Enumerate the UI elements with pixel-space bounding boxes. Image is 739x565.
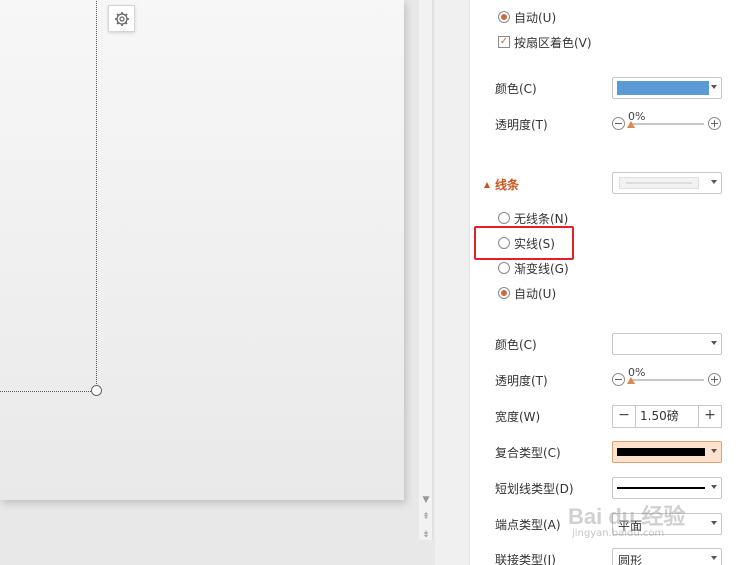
plus-icon[interactable]: + — [708, 117, 721, 130]
checkmark-icon: ✓ — [498, 36, 510, 48]
compound-type-row: 复合类型(C) — [470, 440, 739, 464]
pane-gutter — [435, 0, 469, 565]
format-pane: 自动(U) ✓ 按扇区着色(V) 颜色(C) 透明度(T) − 0% + 线条 — [469, 0, 739, 565]
line-section-title: 线条 — [495, 178, 520, 192]
chevron-down-icon — [711, 449, 717, 453]
gradient-line-label: 渐变线(G) — [514, 261, 569, 276]
slider-track[interactable] — [629, 379, 704, 381]
line-auto-radio[interactable]: 自动(U) — [498, 284, 556, 302]
fill-auto-label: 自动(U) — [514, 10, 557, 25]
dash-type-dropdown[interactable] — [612, 477, 722, 499]
join-type-row: 联接类型(J) 圆形 — [470, 547, 739, 565]
line-transparency-slider[interactable]: − 0% + — [612, 366, 722, 392]
line-width-value[interactable]: 1.50磅 — [635, 405, 699, 427]
line-color-dropdown[interactable] — [612, 333, 722, 355]
chevron-down-icon — [711, 341, 717, 345]
no-line-radio[interactable]: 无线条(N) — [498, 209, 568, 227]
line-transparency-row: 透明度(T) − 0% + — [470, 366, 739, 392]
vary-colors-label: 按扇区着色(V) — [514, 35, 592, 50]
annotation-highlight-box — [474, 226, 574, 260]
page-up-icon[interactable]: ⇞ — [420, 512, 432, 522]
line-transparency-value: 0% — [628, 366, 646, 379]
radio-icon — [498, 212, 510, 224]
chart-settings-button[interactable] — [108, 5, 135, 32]
fill-color-label: 颜色(C) — [495, 81, 537, 96]
slide-canvas-area — [0, 0, 433, 565]
line-auto-label: 自动(U) — [514, 286, 557, 301]
line-width-row: 宽度(W) − 1.50磅 + — [470, 404, 739, 428]
radio-checked-icon — [498, 11, 510, 23]
no-line-label: 无线条(N) — [514, 211, 569, 226]
page-down-icon[interactable]: ⇟ — [420, 530, 432, 540]
fill-transparency-slider[interactable]: − 0% + — [612, 110, 722, 136]
selection-box[interactable] — [0, 0, 97, 392]
chevron-down-icon — [711, 521, 717, 525]
collapse-triangle-icon — [484, 181, 490, 188]
chevron-down-icon — [711, 556, 717, 560]
fill-transparency-row: 透明度(T) − 0% + — [470, 110, 739, 136]
line-section-header[interactable]: 线条 — [484, 176, 519, 193]
vary-colors-checkbox[interactable]: ✓ 按扇区着色(V) — [498, 33, 592, 51]
fill-transparency-value: 0% — [628, 110, 646, 123]
plus-icon[interactable]: + — [708, 373, 721, 386]
increment-button[interactable]: + — [699, 406, 721, 427]
chevron-down-icon — [711, 485, 717, 489]
cap-type-label: 端点类型(A) — [495, 517, 561, 532]
fill-color-swatch — [617, 81, 709, 95]
dash-line-preview-icon — [617, 487, 705, 489]
join-type-value: 圆形 — [618, 554, 643, 565]
line-color-label: 颜色(C) — [495, 337, 537, 352]
resize-handle[interactable] — [91, 385, 102, 396]
fill-auto-radio[interactable]: 自动(U) — [498, 8, 556, 26]
dash-type-label: 短划线类型(D) — [495, 481, 574, 496]
radio-icon — [498, 262, 510, 274]
watermark-url: jingyan.baidu.com — [572, 528, 665, 539]
join-type-label: 联接类型(J) — [495, 552, 556, 565]
compound-type-dropdown[interactable] — [612, 441, 722, 463]
vertical-scrollbar[interactable]: ▼ ⇞ ⇟ — [417, 0, 435, 565]
minus-icon[interactable]: − — [612, 117, 625, 130]
compound-line-preview-icon — [617, 448, 705, 456]
chevron-down-icon — [711, 85, 717, 89]
gradient-line-radio[interactable]: 渐变线(G) — [498, 259, 569, 277]
line-width-label: 宽度(W) — [495, 409, 541, 424]
radio-checked-icon — [498, 287, 510, 299]
fill-color-dropdown[interactable] — [612, 77, 722, 99]
fill-color-row: 颜色(C) — [470, 76, 739, 100]
slide[interactable] — [0, 0, 404, 500]
chevron-down-icon — [711, 180, 717, 184]
slider-track[interactable] — [629, 123, 704, 125]
watermark-logo: Bai du 经验 — [568, 504, 686, 529]
scroll-thumb[interactable] — [419, 0, 433, 540]
compound-type-label: 复合类型(C) — [495, 445, 561, 460]
line-preview-icon — [619, 177, 699, 189]
line-width-stepper[interactable]: − 1.50磅 + — [612, 404, 722, 428]
dash-type-row: 短划线类型(D) — [470, 476, 739, 500]
line-preset-dropdown[interactable] — [612, 172, 722, 194]
scroll-down-icon[interactable]: ▼ — [420, 495, 432, 505]
join-type-dropdown[interactable]: 圆形 — [612, 548, 722, 565]
decrement-button[interactable]: − — [613, 406, 635, 427]
fill-transparency-label: 透明度(T) — [495, 117, 548, 132]
line-color-row: 颜色(C) — [470, 332, 739, 356]
line-transparency-label: 透明度(T) — [495, 373, 548, 388]
gear-icon — [114, 11, 129, 26]
minus-icon[interactable]: − — [612, 373, 625, 386]
